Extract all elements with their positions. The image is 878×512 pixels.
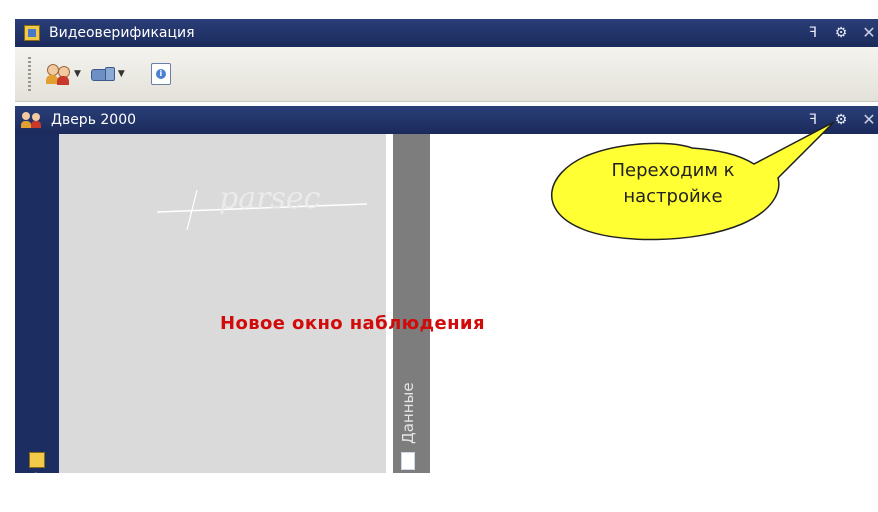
photo-tab-label: Фото [26,471,44,512]
data-tab-label: Данные [399,382,417,444]
settings-icon[interactable]: ⚙ [832,19,850,47]
users-dropdown-button[interactable]: ▼ [45,63,81,85]
info-button[interactable]: i [133,63,171,85]
outer-window-titlebar[interactable]: Видеоверификация ꟻ ⚙ ✕ [15,19,878,47]
photo-tab-strip[interactable]: Фото [15,134,59,512]
outer-window-title: Видеоверификация [49,25,195,41]
window-app-icon [24,25,40,41]
dropdown-arrow-icon: ▼ [74,69,81,79]
close-icon[interactable]: ✕ [860,19,878,47]
info-icon: i [150,63,171,85]
photo-tab-icon [29,452,45,468]
svg-text:parsec: parsec [219,182,321,216]
users-icon [45,63,71,85]
new-window-label: Новое окно наблюдения [220,313,485,334]
data-tab-strip[interactable]: Данные [386,134,430,473]
users-icon [21,112,43,128]
data-strip-edge [386,134,393,473]
toolbar: ▼ ▼ i [15,47,878,102]
toolbar-grip[interactable] [28,57,31,91]
camera-dropdown-button[interactable]: ▼ [89,64,125,84]
callout-line-1: Переходим к [611,160,735,181]
photo-panel: parsec [59,134,386,473]
dropdown-arrow-icon: ▼ [117,69,125,79]
camera-icon [89,64,115,84]
callout-text: Переходим к настройке [573,158,773,210]
callout-line-2: настройке [623,186,723,207]
document-icon [401,452,415,470]
pin-icon[interactable]: ꟻ [804,19,822,47]
parsec-logo: parsec [157,182,367,231]
